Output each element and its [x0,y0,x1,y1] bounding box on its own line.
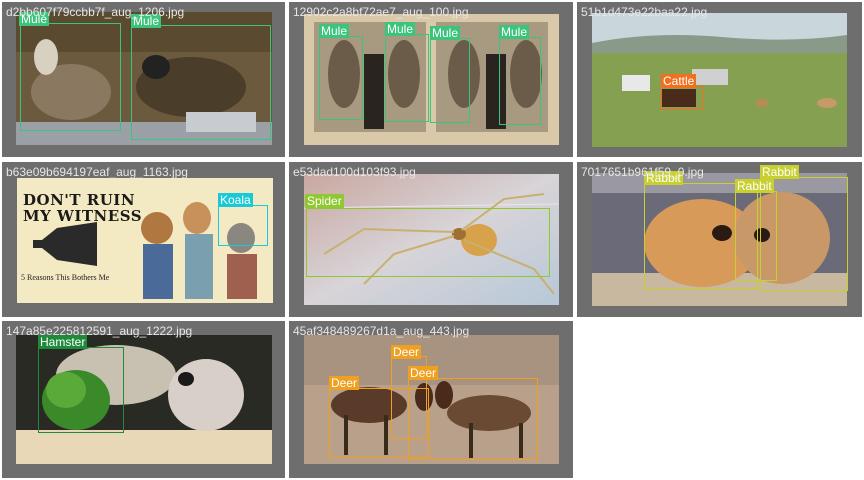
bbox-label-deer: Deer [329,376,360,390]
bbox-deer [408,378,538,460]
image-tile[interactable]: 12902c2a8bf72ae7_aug_100.jpg Mule Mule M… [289,2,573,157]
bbox-hamster [38,347,124,433]
bbox-label-cattle: Cattle [661,74,697,88]
tile-filename: 7017651b961f59_0.jpg [581,165,704,179]
bbox-mule [20,23,121,131]
tile-filename: 12902c2a8bf72ae7_aug_100.jpg [293,5,469,19]
bbox-label-mule: Mule [430,26,461,40]
image-tile[interactable]: 147a85e225812591_aug_1222.jpg Hamster [2,321,285,478]
bbox-mule [499,37,541,125]
bbox-label-deer: Deer [391,345,422,359]
bbox-label-spider: Spider [305,194,344,208]
image-tile[interactable]: 7017651b961f59_0.jpg Rabbit Rabbit Rabbi… [577,162,862,317]
bbox-spider [306,208,550,277]
image-tile[interactable]: b63e09b694197eaf_aug_1163.jpg DON'T RUIN… [2,162,285,317]
bbox-label-koala: Koala [218,193,253,207]
tile-filename: 51b1d473e22baa22.jpg [581,5,708,19]
tile-filename: e53dad100d103f93.jpg [293,165,416,179]
poster-subtitle: 5 Reasons This Bothers Me [21,273,110,282]
bbox-label-mule: Mule [385,22,416,36]
bbox-label-mule: Mule [319,24,350,38]
tile-filename: 147a85e225812591_aug_1222.jpg [6,324,193,338]
tile-photo [592,13,847,147]
bbox-mule [319,36,363,120]
bbox-label-deer: Deer [408,366,439,380]
tile-filename: 45af348489267d1a_aug_443.jpg [293,324,470,338]
bbox-mule [430,38,470,123]
image-tile[interactable]: e53dad100d103f93.jpg Spider [289,162,573,317]
bbox-label-rabbit: Rabbit [735,179,774,193]
bbox-mule [131,25,271,140]
tile-filename: d2bb607f79ccbb7f_aug_1206.jpg [6,5,185,19]
image-tile[interactable]: 51b1d473e22baa22.jpg Cattle [577,2,862,157]
bbox-mule [385,34,429,122]
tile-filename: b63e09b694197eaf_aug_1163.jpg [6,165,188,179]
bbox-cattle [661,86,703,110]
image-tile[interactable]: 45af348489267d1a_aug_443.jpg Deer Deer D… [289,321,573,478]
bbox-koala [218,205,268,246]
image-tile[interactable]: d2bb607f79ccbb7f_aug_1206.jpg Mule Mule [2,2,285,157]
bbox-rabbit [760,177,848,291]
poster-title: DON'T RUIN MY WITNESS [23,191,143,225]
bbox-label-mule: Mule [499,25,530,39]
bbox-label-rabbit: Rabbit [760,165,799,179]
